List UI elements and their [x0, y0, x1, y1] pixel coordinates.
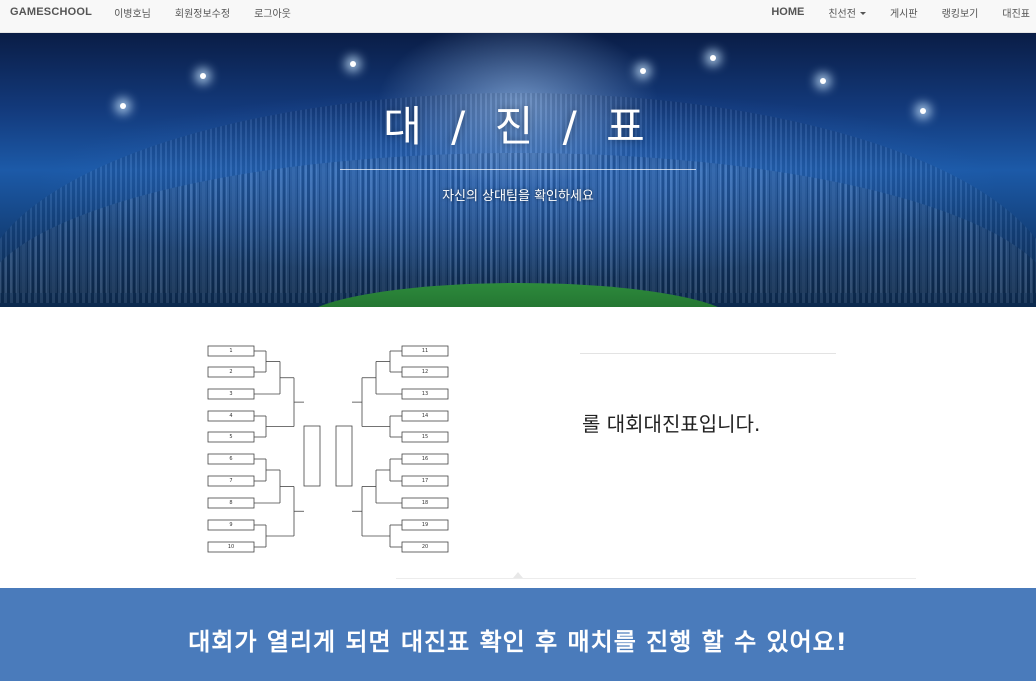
- bracket-slot-label: 5: [229, 433, 233, 440]
- hero-banner: 대 / 진 / 표 자신의 상대팀을 확인하세요: [0, 33, 1036, 307]
- bracket-slot-label: 19: [421, 521, 429, 528]
- bracket-slot-label: 3: [229, 390, 233, 397]
- bracket-slot-label: 20: [421, 543, 429, 550]
- stadium-light: [820, 78, 826, 84]
- bracket-slot-label: 2: [229, 368, 233, 375]
- bracket-slot-label: 1: [229, 347, 233, 354]
- nav-bracket[interactable]: 대진표: [990, 5, 1036, 20]
- stadium-light: [200, 73, 206, 79]
- tournament-bracket: 1 11 2 12 3 13 4 14 5 15 6 16 7 17 8 18 9 19 10 20: [200, 330, 460, 560]
- caption-text: 대회가 열리게 되면 대진표 확인 후 매치를 진행 할 수 있어요!: [188, 628, 848, 656]
- nav-friendly-dropdown[interactable]: 친선전: [816, 5, 878, 20]
- arrow-up-icon: [513, 572, 523, 578]
- nav-user-name[interactable]: 이병호님: [102, 5, 163, 20]
- nav-friendly-label: 친선전: [828, 8, 856, 20]
- nav-logout[interactable]: 로그아웃: [242, 5, 303, 20]
- nav-home[interactable]: HOME: [759, 6, 816, 18]
- nav-ranking[interactable]: 랭킹보기: [930, 5, 991, 20]
- stadium-light: [710, 55, 716, 61]
- bracket-slot-label: 14: [421, 412, 429, 419]
- bracket-slot-label: 9: [229, 521, 233, 528]
- bracket-slot-label: 18: [421, 499, 429, 506]
- bracket-slot-label: 8: [229, 499, 233, 506]
- hero-subtitle: 자신의 상대팀을 확인하세요: [442, 189, 594, 204]
- navbar-left: GAMESCHOOL 이병호님 회원정보수정 로그아웃: [0, 0, 303, 24]
- bracket-slot-label: 6: [229, 455, 233, 462]
- top-navbar: GAMESCHOOL 이병호님 회원정보수정 로그아웃 HOME 친선전 게시판…: [0, 0, 1036, 33]
- bracket-slot-label: 13: [421, 390, 429, 397]
- bracket-slot-label: 15: [421, 433, 429, 440]
- bracket-slot-label: 4: [229, 412, 233, 419]
- brand-logo[interactable]: GAMESCHOOL: [0, 6, 102, 18]
- bracket-info-text: 롤 대회대진표입니다.: [582, 412, 761, 436]
- bracket-slot-label: 7: [229, 477, 233, 484]
- info-divider: [580, 353, 836, 354]
- bracket-slot-label: 12: [421, 368, 429, 375]
- bracket-semifinal-box: [303, 425, 321, 487]
- nav-board[interactable]: 게시판: [878, 5, 930, 20]
- section-divider: [396, 578, 916, 579]
- caption-bar: 대회가 열리게 되면 대진표 확인 후 매치를 진행 할 수 있어요!: [0, 588, 1036, 681]
- navbar-right: HOME 친선전 게시판 랭킹보기 대진표: [759, 0, 1036, 24]
- hero-divider: [340, 169, 696, 170]
- stadium-light: [350, 61, 356, 67]
- caret-down-icon: [859, 12, 866, 15]
- bracket-slot-label: 10: [227, 543, 235, 550]
- stadium-light: [640, 68, 646, 74]
- nav-edit-profile[interactable]: 회원정보수정: [163, 5, 242, 20]
- bracket-semifinal-box: [335, 425, 353, 487]
- bracket-slot-label: 16: [421, 455, 429, 462]
- bracket-slot-label: 11: [421, 347, 429, 354]
- bracket-slot-label: 17: [421, 477, 429, 484]
- hero-title: 대 / 진 / 표: [383, 102, 653, 151]
